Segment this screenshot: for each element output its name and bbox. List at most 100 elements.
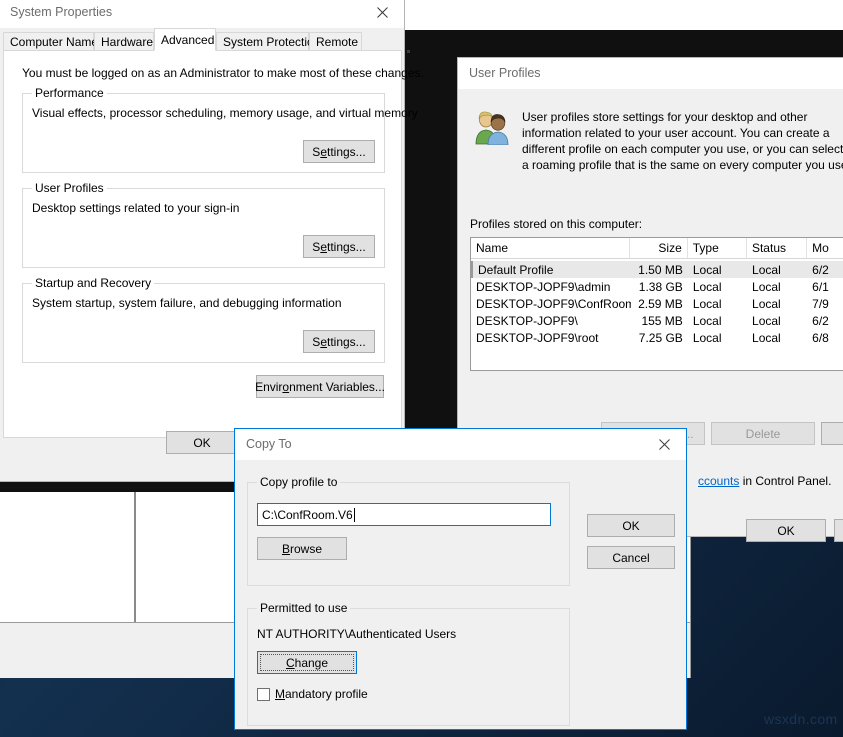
- copy-profile-path-value: C:\ConfRoom.V6: [262, 508, 353, 522]
- profiles-listview-header: Name Size Type Status Mo: [471, 238, 843, 259]
- user-profiles-cancel-button[interactable]: Ca: [834, 519, 843, 542]
- cell-modified: 7/9: [807, 297, 843, 311]
- copy-to-title: Copy To: [246, 437, 292, 451]
- screen: wsxdn.com System Properties Computer Nam…: [0, 0, 843, 737]
- cell-modified: 6/8: [807, 331, 843, 345]
- column-header-status[interactable]: Status: [747, 238, 807, 258]
- performance-settings-button[interactable]: Settings...: [303, 140, 375, 163]
- browse-label: Browse: [282, 542, 322, 556]
- background-pane-divider: [134, 492, 136, 622]
- copy-to-dialog: Copy To Copy profile to C:\ConfRoom.V6 B…: [234, 428, 687, 730]
- cell-type: Local: [688, 263, 747, 277]
- cell-size: 1.38 GB: [631, 280, 688, 294]
- cell-type: Local: [688, 297, 747, 311]
- cell-modified: 6/1: [807, 280, 843, 294]
- mandatory-profile-label: Mandatory profile: [275, 687, 368, 701]
- cell-type: Local: [688, 280, 747, 294]
- column-header-size[interactable]: Size: [630, 238, 687, 258]
- user-profiles-description: Desktop settings related to your sign-in: [32, 201, 239, 215]
- copy-to-ok-label: OK: [622, 519, 639, 533]
- user-profiles-titlebar[interactable]: User Profiles: [458, 58, 843, 89]
- cell-status: Local: [747, 331, 807, 345]
- cell-status: Local: [747, 314, 807, 328]
- change-permission-button[interactable]: Change: [257, 651, 357, 674]
- column-header-type[interactable]: Type: [688, 238, 747, 258]
- performance-description: Visual effects, processor scheduling, me…: [32, 106, 418, 120]
- copy-to-titlebar[interactable]: Copy To: [235, 429, 686, 460]
- admin-notice: You must be logged on as an Administrato…: [22, 66, 424, 80]
- startup-recovery-group: Startup and Recovery System startup, sys…: [22, 283, 385, 363]
- close-icon[interactable]: [360, 0, 404, 28]
- tab-advanced[interactable]: Advanced: [154, 28, 216, 51]
- delete-label: Delete: [746, 427, 781, 441]
- permitted-to-use-group-label: Permitted to use: [257, 601, 350, 615]
- user-profiles-title: User Profiles: [469, 66, 541, 80]
- tab-computer-name[interactable]: Computer Name: [3, 32, 94, 51]
- performance-group-label: Performance: [32, 86, 107, 100]
- user-profiles-banner: User profiles store settings for your de…: [458, 89, 843, 201]
- table-row[interactable]: DESKTOP-JOPF9\ 155 MB Local Local 6/2: [471, 312, 843, 329]
- cell-name: Default Profile: [473, 263, 631, 277]
- user-profiles-settings-button[interactable]: Settings...: [303, 235, 375, 258]
- cell-name: DESKTOP-JOPF9\ConfRoom: [471, 297, 631, 311]
- table-row[interactable]: DESKTOP-JOPF9\ConfRoom 2.59 MB Local Loc…: [471, 295, 843, 312]
- background-pane-marker: [407, 50, 410, 53]
- system-properties-ok-label: OK: [193, 436, 210, 450]
- close-icon[interactable]: [642, 429, 686, 460]
- tab-system-protection[interactable]: System Protection: [216, 32, 309, 51]
- tab-hardware[interactable]: Hardware: [94, 32, 154, 51]
- cell-name: DESKTOP-JOPF9\: [471, 314, 631, 328]
- mandatory-profile-checkbox[interactable]: Mandatory profile: [257, 687, 368, 701]
- copy-to-cancel-label: Cancel: [612, 551, 649, 565]
- permitted-to-use-group: Permitted to use NT AUTHORITY\Authentica…: [247, 608, 570, 726]
- column-header-modified[interactable]: Mo: [807, 238, 843, 258]
- performance-settings-label: Settings...: [312, 145, 365, 159]
- system-properties-title: System Properties: [10, 5, 112, 19]
- profiles-listview[interactable]: Name Size Type Status Mo Default Profile…: [470, 237, 843, 371]
- tab-remote[interactable]: Remote: [309, 32, 362, 51]
- system-properties-dialog: System Properties Computer Name Hardware…: [0, 0, 405, 482]
- copy-profile-path-input[interactable]: C:\ConfRoom.V6: [257, 503, 551, 526]
- system-properties-tabstrip: Computer Name Hardware Advanced System P…: [0, 28, 406, 50]
- cell-status: Local: [747, 297, 807, 311]
- copy-to-ok-button[interactable]: OK: [587, 514, 675, 537]
- copy-to-button[interactable]: Cop: [821, 422, 843, 445]
- startup-recovery-settings-button[interactable]: Settings...: [303, 330, 375, 353]
- copy-profile-to-group: Copy profile to C:\ConfRoom.V6 Browse: [247, 482, 570, 586]
- table-row[interactable]: DESKTOP-JOPF9\admin 1.38 GB Local Local …: [471, 278, 843, 295]
- control-panel-hint: ccounts in Control Panel.: [698, 474, 831, 488]
- user-profiles-group-label: User Profiles: [32, 181, 107, 195]
- cell-name: DESKTOP-JOPF9\admin: [471, 280, 631, 294]
- copy-to-cancel-button[interactable]: Cancel: [587, 546, 675, 569]
- column-header-name[interactable]: Name: [471, 238, 630, 258]
- user-profiles-group: User Profiles Desktop settings related t…: [22, 188, 385, 268]
- delete-button[interactable]: Delete: [711, 422, 815, 445]
- user-profiles-ok-button[interactable]: OK: [746, 519, 826, 542]
- user-profiles-settings-label: Settings...: [312, 240, 365, 254]
- background-window-top-strip: [402, 0, 843, 30]
- startup-recovery-description: System startup, system failure, and debu…: [32, 296, 342, 310]
- cell-size: 155 MB: [631, 314, 688, 328]
- cell-modified: 6/2: [807, 314, 843, 328]
- cell-size: 1.50 MB: [631, 263, 688, 277]
- checkbox-box[interactable]: [257, 688, 270, 701]
- advanced-tab-page: You must be logged on as an Administrato…: [3, 50, 402, 438]
- cell-name: DESKTOP-JOPF9\root: [471, 331, 631, 345]
- cell-modified: 6/2: [807, 263, 843, 277]
- system-properties-ok-button[interactable]: OK: [166, 431, 238, 454]
- table-row[interactable]: DESKTOP-JOPF9\root 7.25 GB Local Local 6…: [471, 329, 843, 346]
- watermark: wsxdn.com: [764, 711, 838, 727]
- text-caret: [354, 508, 355, 522]
- cell-size: 7.25 GB: [631, 331, 688, 345]
- system-properties-titlebar[interactable]: System Properties: [0, 0, 404, 28]
- user-profiles-ok-label: OK: [777, 524, 794, 538]
- cell-type: Local: [688, 314, 747, 328]
- environment-variables-button[interactable]: Environment Variables...: [256, 375, 384, 398]
- performance-group: Performance Visual effects, processor sc…: [22, 93, 385, 173]
- browse-button[interactable]: Browse: [257, 537, 347, 560]
- table-row[interactable]: Default Profile 1.50 MB Local Local 6/2: [471, 261, 843, 278]
- profiles-list-label: Profiles stored on this computer:: [470, 217, 642, 231]
- startup-recovery-settings-label: Settings...: [312, 335, 365, 349]
- cell-status: Local: [747, 263, 807, 277]
- user-accounts-link[interactable]: ccounts: [698, 474, 739, 488]
